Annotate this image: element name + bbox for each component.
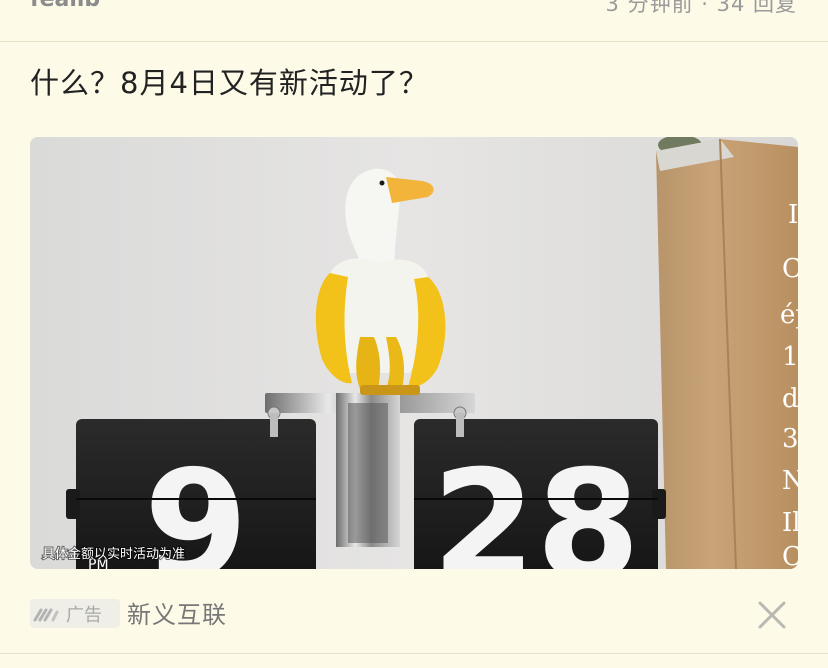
username[interactable]: fealib [30,0,100,12]
previous-post-header: fealib 3 分钟前 · 34 回复 [0,0,828,42]
ad-image[interactable]: I C ép 10 d 3 N Il C 9 PM [30,137,798,569]
ad-badge: 广告 [30,599,120,628]
paper-bag: I C ép 10 d 3 N Il C [656,138,798,569]
close-icon[interactable] [754,597,790,633]
bag-letter: I [788,200,798,230]
bag-letter: 3 [782,424,798,454]
bag-letter: 10 [782,342,798,372]
post-meta: 3 分钟前 · 34 回复 [605,0,797,16]
clock-minute-digit: 28 [432,439,641,569]
brand-logo-icon [30,599,66,628]
bag-letter: C [782,254,798,284]
feed-item: fealib 3 分钟前 · 34 回复 什么？8月4日又有新活动了？ [0,0,828,668]
bag-letter: Il [782,508,798,538]
ad-label: 广告 [66,604,102,626]
ad-image-scene: I C ép 10 d 3 N Il C 9 PM [30,137,798,569]
divider [0,653,828,654]
bag-letter: N [782,466,798,496]
bag-letter: ép [780,300,798,330]
flip-clock-minute: 28 [414,419,666,569]
bag-letter: d [782,384,798,414]
post-title[interactable]: 什么？8月4日又有新活动了？ [30,62,429,104]
ad-caption: 具体金额以实时活动为准 [42,546,185,562]
advertiser-name[interactable]: 新义互联 [127,595,227,630]
bag-letter: C [782,542,798,569]
ad-footer: 广告 新义互联 [0,583,828,643]
